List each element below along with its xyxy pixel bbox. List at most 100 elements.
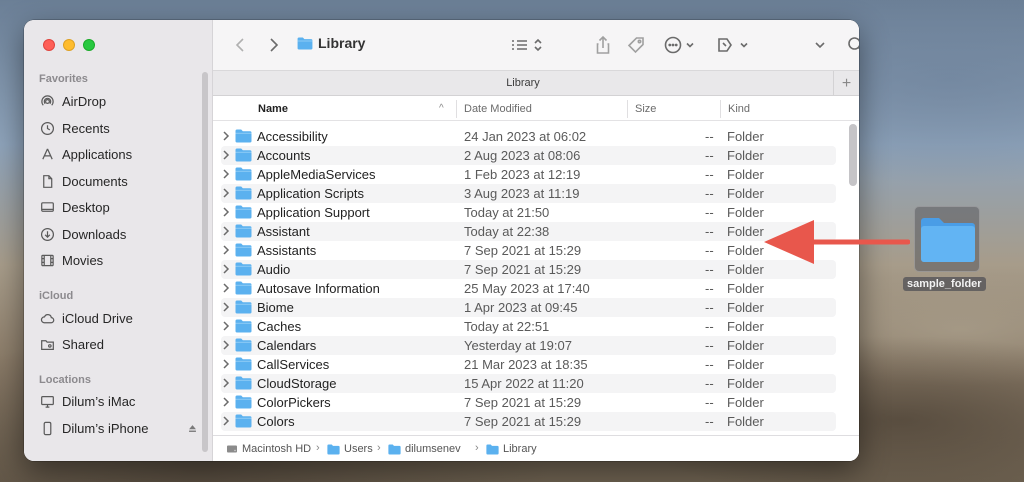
sidebar-scrollbar[interactable]	[202, 72, 208, 452]
view-options-button[interactable]	[509, 34, 547, 56]
sidebar-item-airdrop[interactable]: AirDrop	[40, 91, 200, 111]
table-row[interactable]: Biome 1 Apr 2023 at 09:45 -- Folder	[221, 298, 836, 317]
table-row[interactable]: ColorPickers 7 Sep 2021 at 15:29 -- Folder	[221, 393, 836, 412]
file-name: ColorPickers	[257, 395, 331, 410]
disclosure-chevron-icon[interactable]	[221, 187, 231, 199]
file-list-scrollbar[interactable]	[849, 124, 857, 186]
disclosure-chevron-icon[interactable]	[221, 244, 231, 256]
disclosure-chevron-icon[interactable]	[221, 377, 231, 389]
sidebar-item-movies[interactable]: Movies	[40, 250, 200, 270]
file-name: CallServices	[257, 357, 330, 372]
table-row[interactable]: CloudStorage 15 Apr 2022 at 11:20 -- Folder	[221, 374, 836, 393]
path-separator-icon: ›	[316, 442, 320, 454]
column-divider[interactable]	[720, 100, 721, 118]
folder-icon	[235, 167, 252, 181]
folder-icon	[327, 444, 340, 454]
sidebar-item-shared[interactable]: Shared	[40, 334, 200, 354]
path-item-user-home[interactable]: dilumsenev	[388, 443, 461, 455]
back-button[interactable]	[231, 34, 249, 56]
disclosure-chevron-icon[interactable]	[221, 225, 231, 237]
table-row[interactable]: Application Support Today at 21:50 -- Folde…	[221, 203, 836, 222]
file-kind: Folder	[727, 167, 764, 182]
sidebar: Favorites AirDrop Recents Applications D…	[24, 20, 213, 461]
tags-button[interactable]	[625, 34, 647, 56]
column-size[interactable]: Size	[635, 103, 656, 117]
search-button[interactable]	[845, 34, 859, 56]
disclosure-chevron-icon[interactable]	[221, 415, 231, 427]
sidebar-item-label: Recents	[62, 120, 110, 136]
folder-icon	[235, 395, 252, 409]
table-row[interactable]: Accounts 2 Aug 2023 at 08:06 -- Folder	[221, 146, 836, 165]
disclosure-chevron-icon[interactable]	[221, 301, 231, 313]
file-kind: Folder	[727, 129, 764, 144]
quick-actions-button[interactable]	[715, 34, 755, 56]
file-size: --	[705, 167, 714, 182]
table-row[interactable]: Autosave Information 25 May 2023 at 17:40…	[221, 279, 836, 298]
folder-icon	[297, 36, 313, 50]
table-row[interactable]: Caches Today at 22:51 -- Folder	[221, 317, 836, 336]
sidebar-item-documents[interactable]: Documents	[40, 171, 200, 191]
eject-icon[interactable]	[187, 423, 198, 434]
disclosure-chevron-icon[interactable]	[221, 396, 231, 408]
tab-library[interactable]: Library	[213, 77, 833, 89]
disclosure-chevron-icon[interactable]	[221, 149, 231, 161]
table-row[interactable]: Application Scripts 3 Aug 2023 at 11:19 --…	[221, 184, 836, 203]
table-row[interactable]: CallServices 21 Mar 2023 at 18:35 -- Folder	[221, 355, 836, 374]
disclosure-chevron-icon[interactable]	[221, 282, 231, 294]
file-name: Audio	[257, 262, 291, 277]
column-kind[interactable]: Kind	[728, 103, 750, 117]
file-name: Biome	[257, 300, 294, 315]
column-divider[interactable]	[627, 100, 628, 118]
sidebar-item-downloads[interactable]: Downloads	[40, 224, 200, 244]
chevron-left-icon	[235, 38, 244, 52]
new-tab-button[interactable]: +	[833, 71, 859, 96]
action-menu-button[interactable]	[663, 34, 701, 56]
disclosure-chevron-icon[interactable]	[221, 130, 231, 142]
disclosure-chevron-icon[interactable]	[221, 358, 231, 370]
tag-icon	[627, 37, 644, 54]
share-button[interactable]	[593, 34, 613, 56]
disclosure-chevron-icon[interactable]	[221, 168, 231, 180]
sidebar-item-label: Shared	[62, 336, 104, 352]
table-row[interactable]: Assistants 7 Sep 2021 at 15:29 -- Folder	[221, 241, 836, 260]
path-item-library[interactable]: Library	[486, 443, 537, 455]
disclosure-chevron-icon[interactable]	[221, 206, 231, 218]
zoom-button[interactable]	[83, 39, 95, 51]
file-size: --	[705, 281, 714, 296]
toolbar-overflow-button[interactable]	[811, 34, 829, 56]
path-separator-icon: ›	[475, 442, 479, 454]
sidebar-item-label: Movies	[62, 252, 104, 268]
column-date-modified[interactable]: Date Modified	[464, 103, 532, 117]
column-name[interactable]: Name	[258, 103, 288, 117]
sidebar-item-desktop[interactable]: Desktop	[40, 197, 200, 217]
sidebar-item-recents[interactable]: Recents	[40, 118, 200, 138]
path-item-macintosh-hd[interactable]: Macintosh HD	[226, 443, 311, 455]
folder-icon	[235, 224, 252, 238]
sidebar-item-applications[interactable]: Applications	[40, 144, 200, 164]
disclosure-chevron-icon[interactable]	[221, 263, 231, 275]
disclosure-chevron-icon[interactable]	[221, 320, 231, 332]
table-row[interactable]: Assistant Today at 22:38 -- Folder	[221, 222, 836, 241]
table-row[interactable]: Audio 7 Sep 2021 at 15:29 -- Folder	[221, 260, 836, 279]
forward-button[interactable]	[265, 34, 283, 56]
sidebar-item-icloud-drive[interactable]: iCloud Drive	[40, 308, 200, 328]
table-row[interactable]: Calendars Yesterday at 19:07 -- Folder	[221, 336, 836, 355]
desktop-folder-sample[interactable]	[914, 206, 980, 272]
shared-folder-icon	[41, 339, 54, 350]
airdrop-icon	[41, 94, 54, 106]
sidebar-item-iphone[interactable]: Dilum’s iPhone	[40, 418, 200, 438]
close-button[interactable]	[43, 39, 55, 51]
window-title: Library	[297, 35, 365, 51]
file-size: --	[705, 243, 714, 258]
hard-drive-icon	[227, 445, 237, 453]
table-row[interactable]: Accessibility 24 Jan 2023 at 06:02 -- Folde…	[221, 127, 836, 146]
sidebar-item-imac[interactable]: Dilum’s iMac	[40, 391, 200, 411]
table-row[interactable]: AppleMediaServices 1 Feb 2023 at 12:19 -- F…	[221, 165, 836, 184]
search-icon	[848, 37, 859, 50]
table-row[interactable]: Colors 7 Sep 2021 at 15:29 -- Folder	[221, 412, 836, 431]
column-divider[interactable]	[456, 100, 457, 118]
minimize-button[interactable]	[63, 39, 75, 51]
file-size: --	[705, 186, 714, 201]
disclosure-chevron-icon[interactable]	[221, 339, 231, 351]
path-item-users[interactable]: Users	[327, 443, 373, 455]
